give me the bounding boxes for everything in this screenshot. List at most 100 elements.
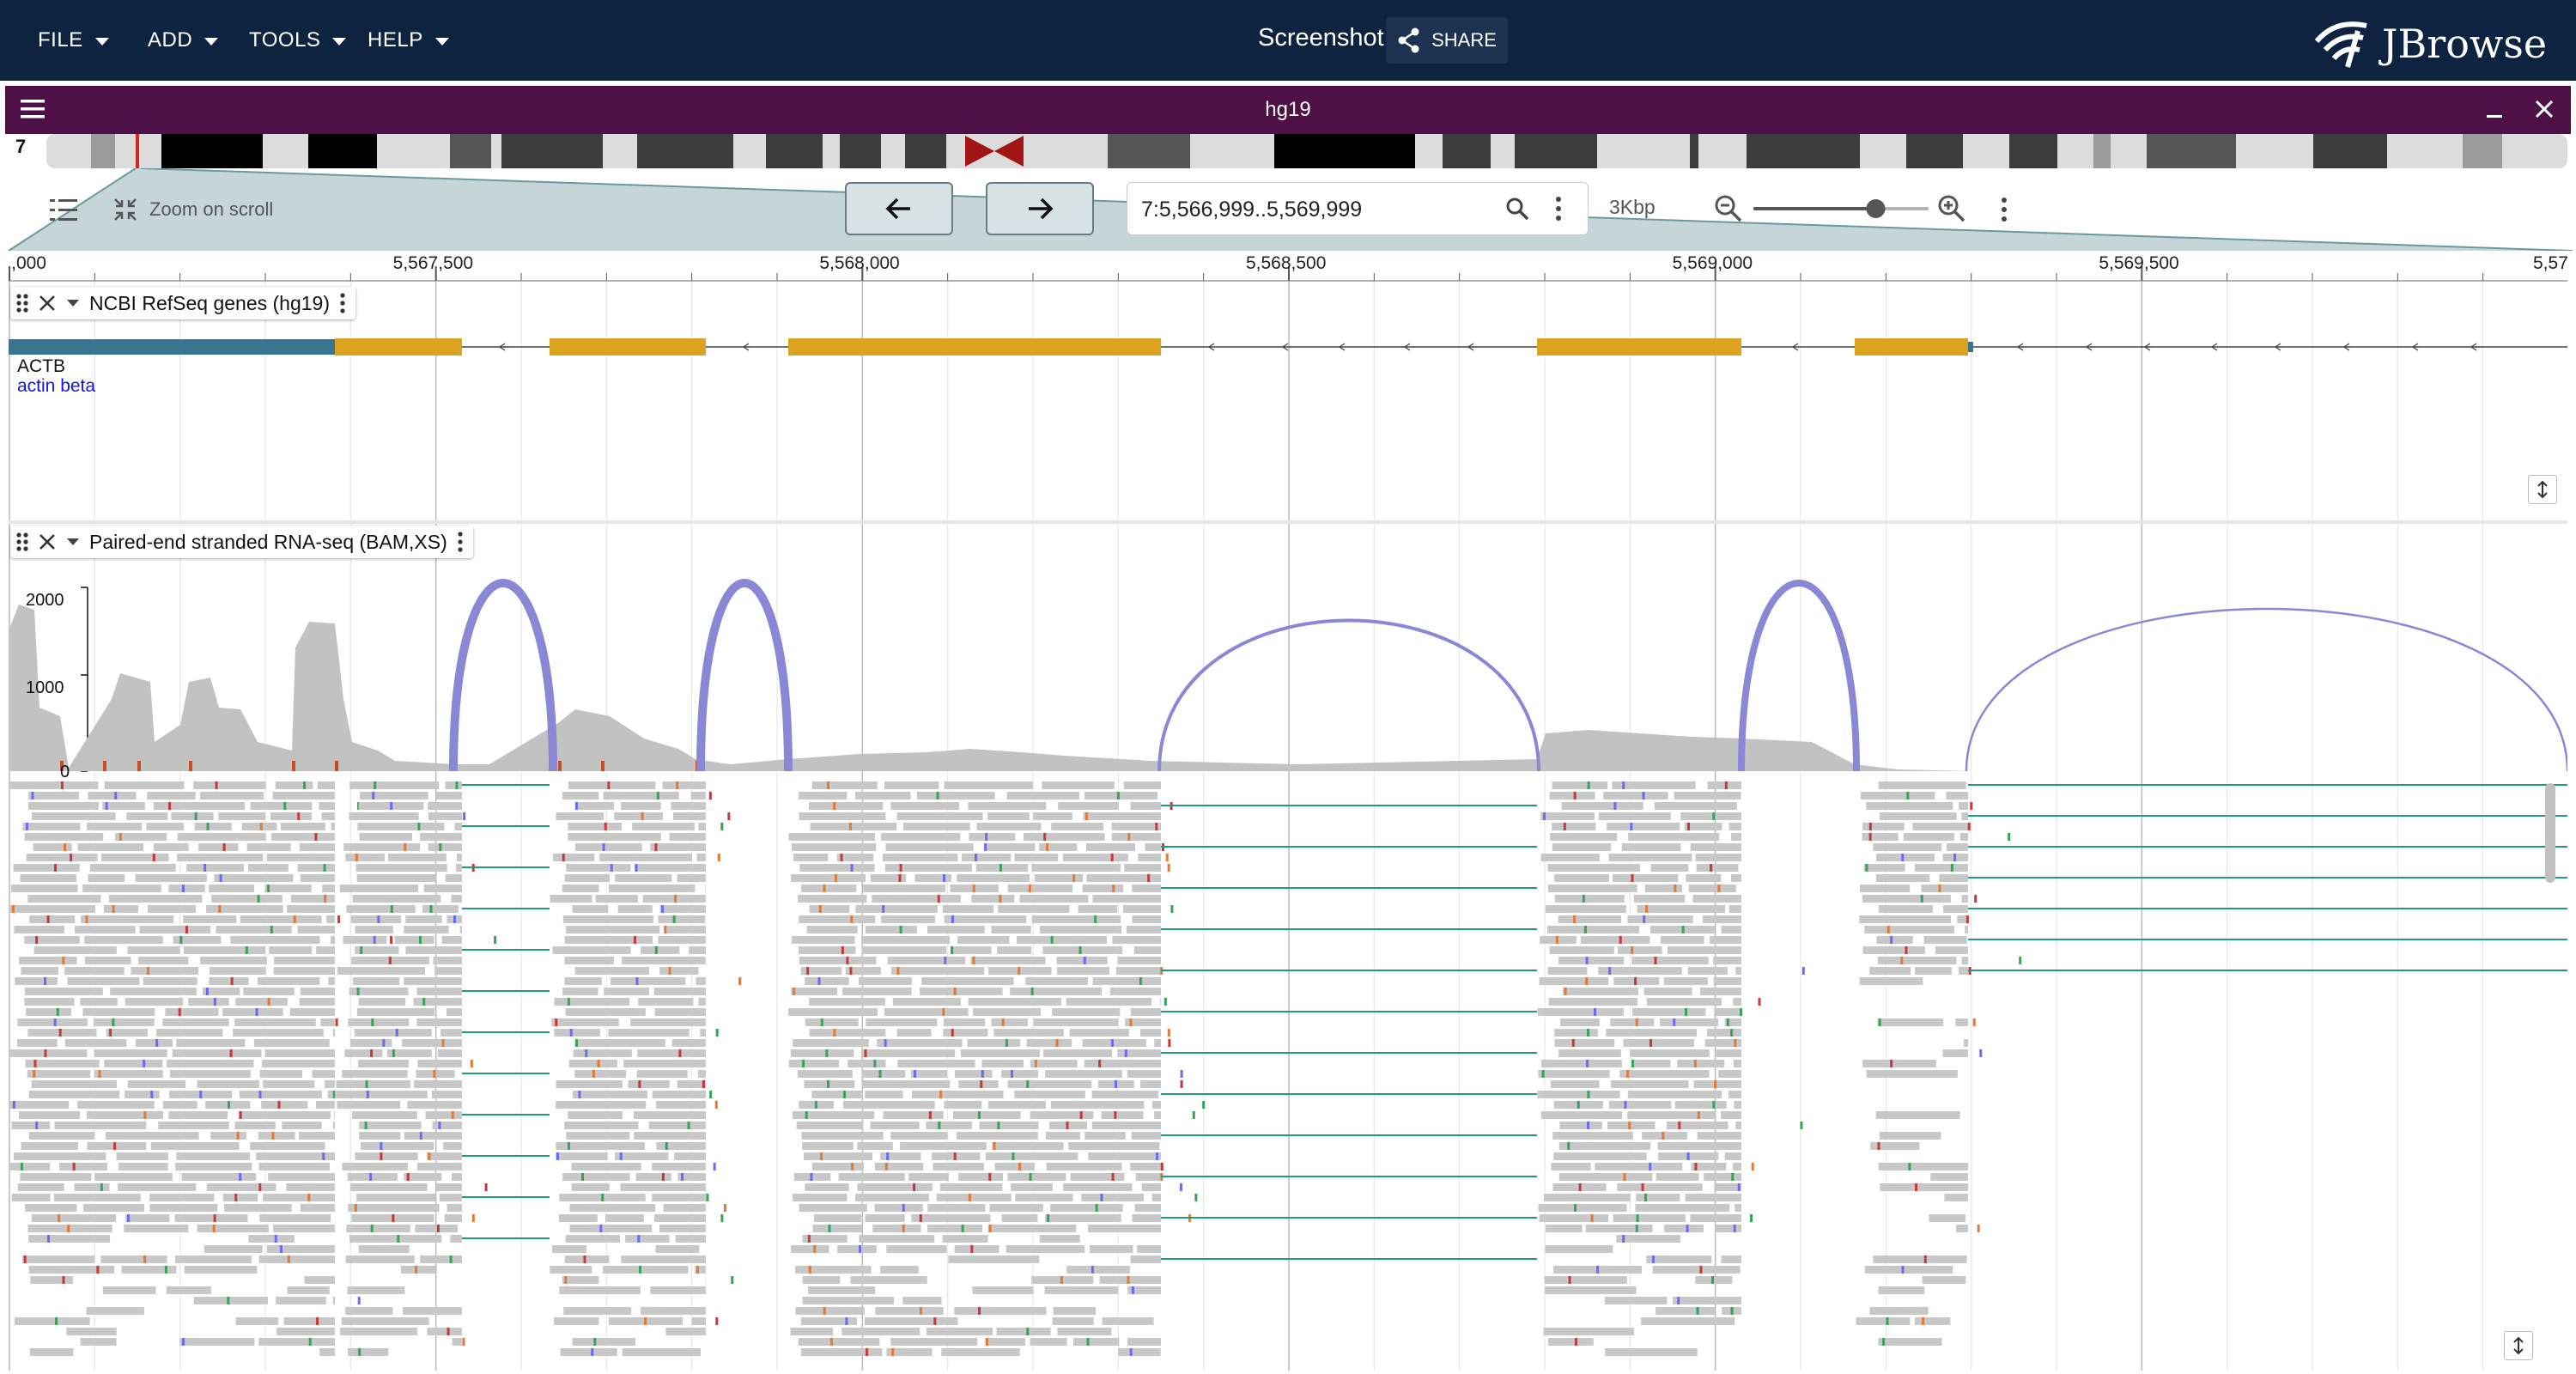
read	[27, 802, 99, 810]
mismatch	[664, 926, 667, 933]
location-more-icon[interactable]	[1553, 195, 1564, 222]
read	[347, 1173, 398, 1181]
logo-text: JBrowse	[2382, 21, 2548, 67]
mismatch	[406, 1173, 410, 1181]
view-menu-icon[interactable]	[21, 98, 46, 120]
read	[1627, 915, 1693, 923]
collapse-triangle-icon[interactable]	[65, 537, 81, 547]
read	[316, 946, 335, 954]
zoom-out-icon[interactable]	[1714, 194, 1743, 223]
read	[1636, 1194, 1680, 1201]
read	[319, 802, 335, 810]
track-divider[interactable]	[9, 520, 2567, 524]
file-menu[interactable]: FILE	[38, 26, 109, 55]
close-track-icon[interactable]	[38, 532, 57, 551]
mismatch	[370, 1049, 374, 1057]
read	[286, 1183, 335, 1191]
close-track-icon[interactable]	[38, 294, 57, 313]
read	[216, 926, 292, 933]
read	[1877, 1018, 1944, 1026]
read	[423, 885, 462, 892]
read	[121, 1266, 177, 1274]
mismatch	[455, 781, 459, 789]
help-menu[interactable]: HELP	[368, 26, 449, 55]
read	[1541, 1060, 1622, 1067]
read	[346, 905, 416, 913]
mismatch	[845, 1317, 848, 1325]
zoom-slider[interactable]	[1753, 198, 1930, 220]
read	[349, 1235, 442, 1243]
read	[564, 936, 653, 944]
search-icon[interactable]	[1505, 197, 1529, 221]
read	[1863, 864, 1905, 872]
alignments-track-resize-handle[interactable]	[2504, 1331, 2533, 1360]
read	[266, 854, 335, 861]
pileup-scrollbar[interactable]	[2545, 783, 2555, 883]
scroll-left-button[interactable]	[845, 182, 953, 235]
close-icon[interactable]	[2533, 98, 2555, 120]
read	[921, 977, 1014, 985]
mismatch	[143, 1111, 147, 1119]
mismatch	[258, 1091, 262, 1098]
read	[564, 977, 602, 985]
mismatch	[1131, 1286, 1134, 1294]
read	[1039, 926, 1122, 933]
read	[865, 1214, 905, 1222]
mismatch	[98, 1070, 101, 1078]
read	[198, 843, 239, 851]
read	[1052, 1008, 1121, 1016]
read	[354, 1029, 432, 1037]
mismatch	[1202, 1101, 1206, 1109]
read	[554, 1317, 599, 1325]
location-search-box[interactable]	[1127, 182, 1589, 235]
read	[605, 1214, 644, 1222]
track-menu-icon[interactable]	[456, 531, 465, 553]
gene-track-canvas[interactable]	[9, 283, 2567, 522]
read	[1961, 812, 1968, 820]
chromosome-ideogram[interactable]	[46, 134, 2567, 168]
zoom-slider-thumb[interactable]	[1866, 199, 1886, 218]
read	[66, 1328, 117, 1335]
mismatch	[846, 957, 849, 964]
location-input[interactable]	[1139, 193, 1486, 226]
drag-handle-icon[interactable]	[15, 293, 29, 313]
share-button[interactable]: SHARE	[1386, 17, 1508, 64]
read	[452, 1173, 462, 1181]
mismatch	[316, 1317, 319, 1325]
read	[658, 915, 706, 923]
mismatch	[23, 1255, 27, 1263]
coverage-track-canvas[interactable]	[9, 527, 2567, 776]
read	[273, 1225, 335, 1232]
mismatch	[419, 1132, 422, 1140]
read	[1039, 1235, 1080, 1243]
drag-handle-icon[interactable]	[15, 532, 29, 552]
read	[1078, 905, 1118, 913]
mismatch	[672, 915, 676, 923]
read	[271, 833, 335, 841]
mismatch	[1587, 1091, 1590, 1098]
mismatch	[717, 854, 720, 861]
mismatch	[222, 843, 226, 851]
add-menu[interactable]: ADD	[148, 26, 219, 55]
read	[1131, 1132, 1161, 1140]
read	[341, 1317, 429, 1325]
zoom-on-scroll-toggle[interactable]: Zoom on scroll	[52, 192, 273, 227]
mismatch	[1714, 1080, 1717, 1088]
tools-menu[interactable]: TOOLS	[249, 26, 347, 55]
snp-marker	[137, 761, 141, 771]
read	[1539, 977, 1609, 985]
view-options-icon[interactable]	[1999, 196, 2009, 223]
read	[264, 1049, 335, 1057]
read	[900, 1142, 987, 1150]
scroll-right-button[interactable]	[986, 182, 1094, 235]
track-menu-icon[interactable]	[338, 292, 347, 314]
reads-pileup-canvas[interactable]	[9, 776, 2567, 1369]
collapse-triangle-icon[interactable]	[65, 298, 81, 308]
minimize-icon[interactable]	[2483, 100, 2506, 122]
read	[146, 823, 185, 830]
gene-track-resize-handle[interactable]	[2528, 475, 2557, 504]
zoom-in-icon[interactable]	[1937, 194, 1966, 223]
mismatch	[829, 1338, 833, 1346]
mismatch	[937, 895, 940, 903]
mismatch	[58, 1029, 62, 1037]
